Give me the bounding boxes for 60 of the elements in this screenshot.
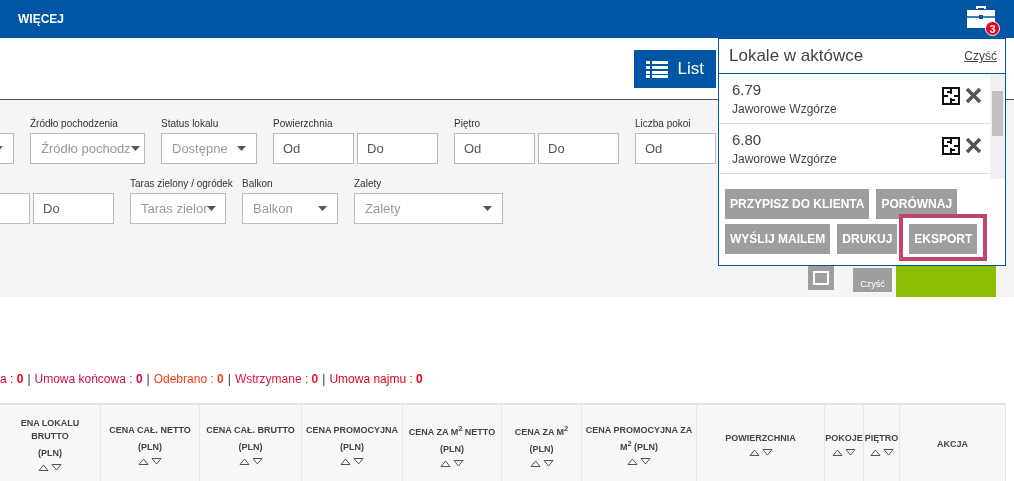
field-label: Zalety xyxy=(354,178,382,191)
dropdown[interactable]: Źródło pochodz xyxy=(30,133,145,164)
field-label: Taras zielony / ogródek xyxy=(130,178,233,191)
status-count: Umowa najmu : 0 xyxy=(329,372,423,386)
status-count: Umowa końcowa : 0 xyxy=(34,372,143,386)
dropdown[interactable]: Dostępne xyxy=(161,133,257,164)
clear-link[interactable]: Czyść xyxy=(964,49,997,63)
column-unit: (PLN) xyxy=(340,440,364,454)
input-field[interactable]: Od xyxy=(454,133,535,164)
field-label: Piętro xyxy=(454,118,481,131)
input-field[interactable]: Do xyxy=(33,193,114,224)
separator-text: | xyxy=(227,372,231,386)
column-header: POKOJE xyxy=(825,432,863,445)
unit-number: 6.80 xyxy=(732,131,763,148)
count-badge: 3 xyxy=(985,21,1000,36)
column-header: PIĘTRO xyxy=(864,432,899,445)
column-header: CENA ZA M$^{2}$ NETTO xyxy=(408,422,496,439)
column-header: CENA PROMOCYJNA xyxy=(305,423,399,437)
column-header: POWIERZCHNIA xyxy=(725,432,796,445)
field-label: Powierzchnia xyxy=(273,118,333,131)
column-unit: (PLN) xyxy=(38,447,62,460)
action-button[interactable]: PRZYPISZ DO KLIENTA xyxy=(725,189,870,219)
dropdown[interactable]: Balkon xyxy=(242,193,338,224)
column-header: CENA CAŁ. NETTO xyxy=(109,423,191,437)
field-label: Źródło pochodzenia xyxy=(30,118,118,131)
input-field[interactable]: Do xyxy=(538,133,619,164)
column-header: AKCJA xyxy=(937,437,968,451)
action-button[interactable]: DRUKUJ xyxy=(837,224,898,254)
field-label: Status lokalu xyxy=(161,118,219,131)
input-field[interactable]: Do xyxy=(357,133,438,164)
column-unit: (PLN) xyxy=(529,442,554,456)
column-unit: (PLN) xyxy=(138,440,162,454)
column-header: CENA CAŁ. BRUTTO xyxy=(206,423,295,437)
status-count: a : 0 xyxy=(0,372,24,386)
column-header: CENA ZA M$^{2}$ xyxy=(514,422,569,439)
popup-title: Lokale w aktówce xyxy=(729,46,864,66)
field-label: Liczba pokoi xyxy=(635,118,691,131)
status-count: Odebrano : 0 xyxy=(153,372,224,386)
clear-button[interactable]: Czyść xyxy=(853,268,892,292)
unit-number: 6.79 xyxy=(732,81,763,98)
list-view-button[interactable]: List xyxy=(633,50,716,88)
status-count: Wstrzymane : 0 xyxy=(234,372,319,386)
investment-name: Jaworowe Wzgórze xyxy=(732,152,837,166)
menu-link[interactable]: WIĘCEJ xyxy=(18,12,64,26)
separator-text: | xyxy=(146,372,150,386)
dropdown[interactable]: Zalety xyxy=(354,193,503,224)
field-label: Balkon xyxy=(242,178,273,191)
separator-text: | xyxy=(322,372,326,386)
action-button[interactable]: WYŚLIJ MAILEM xyxy=(725,224,831,254)
action-button[interactable]: EKSPORT xyxy=(909,224,978,254)
investment-name: Jaworowe Wzgórze xyxy=(732,102,837,116)
column-unit: (PLN) xyxy=(238,440,263,454)
column-header: CENA PROMOCYJNA ZA M$^{2}$ (PLN) xyxy=(584,423,694,454)
column-unit: (PLN) xyxy=(440,442,464,456)
dropdown[interactable]: Taras zielor xyxy=(130,193,226,224)
input-field[interactable]: Od xyxy=(273,133,354,164)
input-field[interactable]: Od xyxy=(635,133,716,164)
separator-text: | xyxy=(27,372,31,386)
action-button[interactable]: PORÓWNAJ xyxy=(876,189,958,219)
column-header: ENA LOKALU BRUTTO xyxy=(19,417,81,443)
